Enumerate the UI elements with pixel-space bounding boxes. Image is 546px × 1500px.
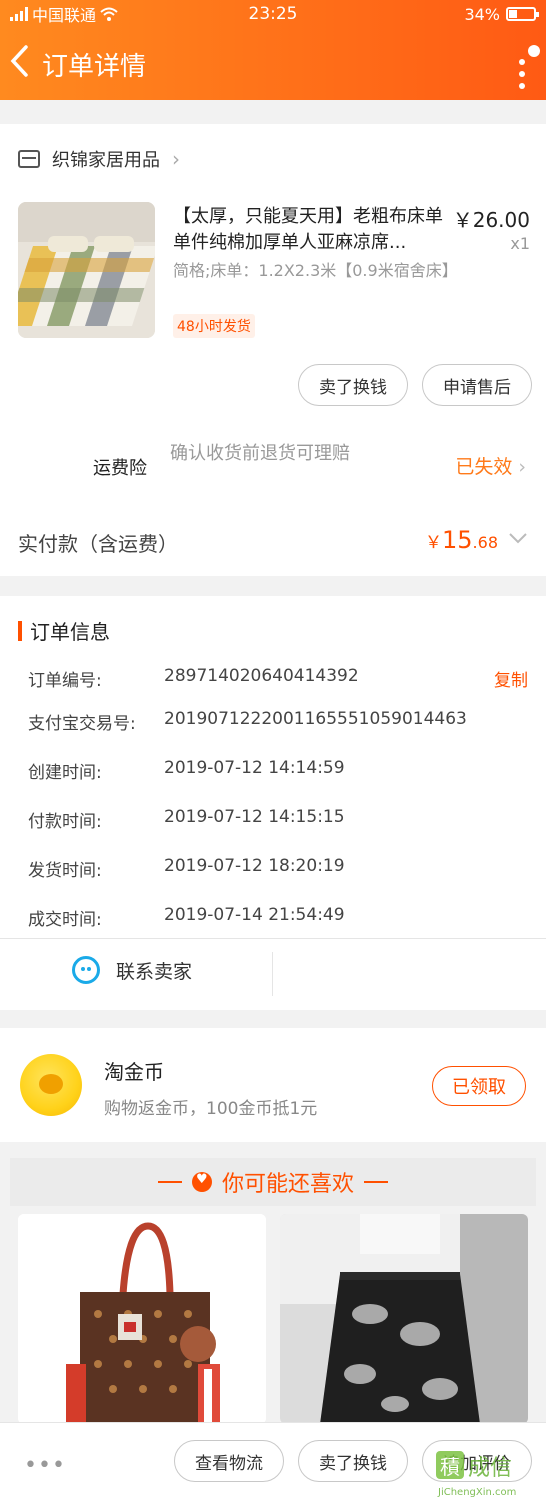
info-label: 订单编号: <box>28 671 102 691</box>
status-bar: 中国联通 23:25 34% <box>0 0 546 28</box>
watermark-logo: 積 成信 JiChengXin.com <box>428 1445 542 1499</box>
payment-label: 实付款（含运费） <box>18 532 178 556</box>
info-value: 2019071222001165551059014463 <box>164 709 467 729</box>
currency-symbol: ￥ <box>425 533 442 553</box>
decorative-line <box>157 1181 182 1183</box>
after-sale-button[interactable]: 申请售后 <box>422 364 532 406</box>
shipping-tag: 48小时发货 <box>173 314 255 338</box>
divider <box>272 952 273 996</box>
order-info-card: 订单信息 订单编号: 289714020640414392 支付宝交易号: 20… <box>0 596 546 1010</box>
sell-exchange-button[interactable]: 卖了换钱 <box>298 364 408 406</box>
product-title[interactable]: 【太厚，只能夏天用】老粗布床单单件纯棉加厚单人亚麻凉席... <box>173 204 453 256</box>
recommend-section: 你可能还喜欢 <box>0 1158 546 1424</box>
coin-title: 淘金币 <box>104 1060 164 1084</box>
chevron-right-icon: › <box>172 147 180 171</box>
divider <box>0 938 546 939</box>
info-value: 2019-07-12 14:15:15 <box>164 807 345 827</box>
info-value: 2019-07-12 18:20:19 <box>164 856 345 876</box>
copy-order-number-button[interactable]: 复制 <box>494 666 528 691</box>
page-title: 订单详情 <box>42 51 147 82</box>
shop-name: 织锦家居用品 <box>52 150 160 171</box>
payment-amount: ￥15.68 <box>425 526 498 554</box>
battery-percent: 34% <box>464 4 500 24</box>
shop-link[interactable]: 织锦家居用品 › <box>18 146 180 172</box>
chat-icon <box>72 956 100 984</box>
recommend-item-bag[interactable] <box>18 1214 266 1424</box>
product-spec: 简格;床单：1.2X2.3米【0.9米宿舍床】 <box>173 261 458 280</box>
more-menu-icon[interactable] <box>508 39 540 89</box>
recommend-item-skirt[interactable] <box>280 1214 528 1424</box>
wifi-icon <box>100 7 118 21</box>
contact-seller-label: 联系卖家 <box>116 960 193 983</box>
back-icon[interactable] <box>8 43 38 85</box>
signal-icon <box>10 7 28 21</box>
insurance-status[interactable]: 已失效 › <box>455 452 526 479</box>
bottom-action-bar: ••• 查看物流 卖了换钱 追加评价 積 成信 JiChengXin.com <box>0 1422 546 1500</box>
heart-icon <box>191 1172 212 1192</box>
coin-subtitle: 购物返金币，100金币抵1元 <box>104 1099 318 1119</box>
svg-text:積: 積 <box>440 1455 460 1479</box>
info-value: 289714020640414392 <box>164 666 359 686</box>
svg-text:成信: 成信 <box>468 1456 512 1481</box>
insurance-status-text: 已失效 <box>455 456 513 478</box>
accent-bar <box>18 620 22 641</box>
recommend-title: 你可能还喜欢 <box>221 1172 354 1197</box>
info-label: 成交时间: <box>28 910 102 930</box>
amount-integer: 15 <box>442 526 473 554</box>
order-info-heading: 订单信息 <box>30 620 110 644</box>
info-label: 付款时间: <box>28 812 102 832</box>
order-info-title: 订单信息 <box>18 616 110 645</box>
info-label: 创建时间: <box>28 763 102 783</box>
info-value: 2019-07-12 14:14:59 <box>164 758 345 778</box>
decorative-line <box>364 1181 388 1183</box>
app-header: 中国联通 23:25 34% 订单详情 <box>0 0 546 100</box>
carrier-label: 中国联通 <box>32 6 97 25</box>
info-value: 2019-07-14 21:54:49 <box>164 905 345 925</box>
insurance-label: 运费险 <box>93 458 147 479</box>
product-price: ￥26.00 <box>452 208 530 232</box>
chevron-down-icon[interactable] <box>508 526 528 551</box>
coin-claimed-button[interactable]: 已领取 <box>432 1066 526 1106</box>
more-actions-icon[interactable]: ••• <box>24 1453 66 1478</box>
insurance-description: 确认收货前退货可理赔 <box>170 443 350 464</box>
battery-icon <box>506 7 539 21</box>
clock: 23:25 <box>248 4 298 24</box>
contact-seller-button[interactable]: 联系卖家 <box>72 956 192 984</box>
info-label: 发货时间: <box>28 861 102 881</box>
shop-icon <box>18 150 40 168</box>
amount-decimal: .68 <box>472 533 498 552</box>
product-quantity: x1 <box>510 234 530 253</box>
view-logistics-button[interactable]: 查看物流 <box>174 1440 284 1482</box>
info-label: 支付宝交易号: <box>28 714 136 734</box>
order-item-card: 织锦家居用品 › 【太厚，只能夏天用】老粗布床单单件纯棉加厚单人亚麻凉席... … <box>0 124 546 576</box>
svg-text:JiChengXin.com: JiChengXin.com <box>437 1487 516 1498</box>
chevron-right-icon: › <box>518 456 526 478</box>
recommend-header: 你可能还喜欢 <box>10 1158 536 1206</box>
gold-coin-icon <box>20 1054 82 1116</box>
sell-exchange-button[interactable]: 卖了换钱 <box>298 1440 408 1482</box>
product-image[interactable] <box>18 202 155 338</box>
coin-card: 淘金币 购物返金币，100金币抵1元 已领取 <box>0 1028 546 1142</box>
